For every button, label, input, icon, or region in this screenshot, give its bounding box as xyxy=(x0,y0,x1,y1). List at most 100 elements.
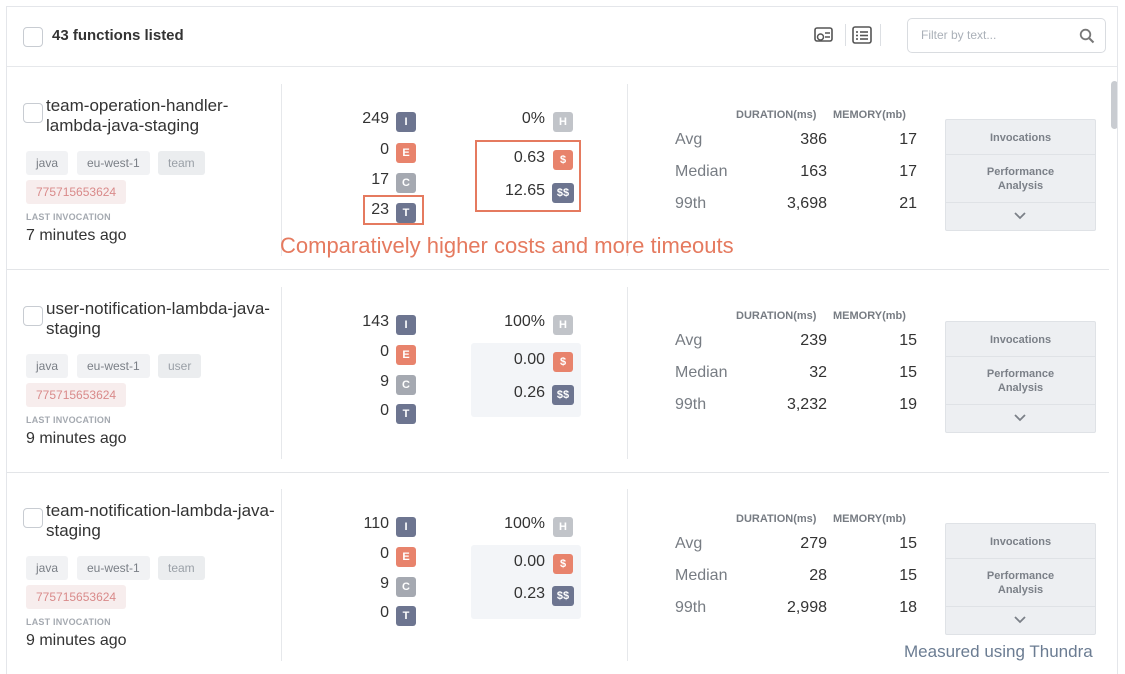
timeouts-count: 0 xyxy=(380,604,389,621)
health-value: 100% xyxy=(504,515,545,532)
last-invocation-label: LAST INVOCATION xyxy=(26,212,111,222)
tag-language: java xyxy=(26,151,69,175)
monthly-cost-value: 0.26 xyxy=(513,384,545,401)
tag-language: java xyxy=(26,354,69,378)
cost-value: 0.00 xyxy=(513,553,545,570)
performance-analysis-button[interactable]: Performance Analysis xyxy=(946,569,1095,597)
cold-starts-count: 9 xyxy=(380,575,389,592)
performance-analysis-button[interactable]: Performance Analysis xyxy=(946,367,1095,395)
actions-divider xyxy=(946,558,1095,559)
duration-avg: 279 xyxy=(800,535,827,552)
memory-avg: 15 xyxy=(899,332,917,349)
invocations-badge: I xyxy=(396,315,416,335)
list-view-icon[interactable] xyxy=(850,24,874,46)
tag-region: eu-west-1 xyxy=(77,556,150,580)
metric-label-avg: Avg xyxy=(675,332,703,349)
performance-analysis-button[interactable]: Performance Analysis xyxy=(946,165,1095,193)
costs-highlight-box xyxy=(475,140,581,212)
view-separator xyxy=(880,24,881,46)
metric-label-avg: Avg xyxy=(675,535,703,552)
function-name[interactable]: team-operation-handler-lambda-java-stagi… xyxy=(46,96,276,136)
timeouts-badge: T xyxy=(396,404,416,424)
duration-median: 28 xyxy=(809,567,827,584)
last-invocation-value: 9 minutes ago xyxy=(26,430,127,447)
last-invocation-label: LAST INVOCATION xyxy=(26,617,111,627)
health-value: 0% xyxy=(521,110,545,127)
health-badge: H xyxy=(553,112,573,132)
monthly-cost-badge: $$ xyxy=(552,385,574,405)
cold-starts-count: 17 xyxy=(371,171,389,188)
function-name[interactable]: user-notification-lambda-java-staging xyxy=(46,299,276,339)
metric-label-99th: 99th xyxy=(675,396,707,413)
last-invocation-value: 9 minutes ago xyxy=(26,632,127,649)
timeouts-count: 0 xyxy=(380,402,389,419)
tag-team: team xyxy=(158,151,205,175)
cost-badge: $ xyxy=(553,554,573,574)
actions-divider xyxy=(946,154,1095,155)
duration-99th: 3,698 xyxy=(786,195,827,212)
memory-avg: 17 xyxy=(899,131,917,148)
last-invocation-value: 7 minutes ago xyxy=(26,227,127,244)
measured-note: Measured using Thundra xyxy=(904,642,1093,661)
memory-header: MEMORY(mb) xyxy=(833,310,906,322)
list-header: 43 functions listed xyxy=(7,7,1117,67)
metric-label-99th: 99th xyxy=(675,195,707,212)
select-all-checkbox[interactable] xyxy=(23,27,43,47)
invocations-count: 249 xyxy=(362,110,389,127)
metric-label-avg: Avg xyxy=(675,131,703,148)
metric-label-median: Median xyxy=(675,163,728,180)
row-checkbox[interactable] xyxy=(23,306,43,326)
chevron-down-icon[interactable] xyxy=(1012,412,1028,424)
errors-badge: E xyxy=(396,345,416,365)
duration-header: DURATION(ms) xyxy=(736,109,817,121)
memory-99th: 19 xyxy=(899,396,917,413)
row-checkbox[interactable] xyxy=(23,508,43,528)
search-icon[interactable] xyxy=(1079,28,1095,44)
duration-99th: 2,998 xyxy=(786,599,827,616)
memory-header: MEMORY(mb) xyxy=(833,109,906,121)
row-actions: Invocations Performance Analysis xyxy=(945,523,1096,635)
cost-value: 0.00 xyxy=(513,351,545,368)
column-divider xyxy=(281,489,282,661)
timeouts-highlight-box xyxy=(363,195,424,225)
actions-divider xyxy=(946,606,1095,607)
duration-avg: 239 xyxy=(800,332,827,349)
memory-median: 15 xyxy=(899,364,917,381)
cold-starts-badge: C xyxy=(396,375,416,395)
invocations-button[interactable]: Invocations xyxy=(946,333,1095,347)
tag-region: eu-west-1 xyxy=(77,354,150,378)
memory-99th: 21 xyxy=(899,195,917,212)
column-divider xyxy=(627,489,628,661)
column-divider xyxy=(627,84,628,256)
scrollbar-thumb[interactable] xyxy=(1111,81,1117,129)
function-row[interactable]: user-notification-lambda-java-staging ja… xyxy=(7,271,1109,473)
row-actions: Invocations Performance Analysis xyxy=(945,119,1096,231)
column-divider xyxy=(281,84,282,256)
errors-count: 0 xyxy=(380,343,389,360)
duration-99th: 3,232 xyxy=(786,396,827,413)
errors-count: 0 xyxy=(380,141,389,158)
tag-account: 775715653624 xyxy=(26,180,127,204)
duration-median: 163 xyxy=(800,163,827,180)
tag-team: user xyxy=(158,354,202,378)
tag-language: java xyxy=(26,556,69,580)
function-name[interactable]: team-notification-lambda-java-staging xyxy=(46,501,276,541)
chevron-down-icon[interactable] xyxy=(1012,210,1028,222)
invocations-badge: I xyxy=(396,112,416,132)
chevron-down-icon[interactable] xyxy=(1012,614,1028,626)
invocations-badge: I xyxy=(396,517,416,537)
invocations-button[interactable]: Invocations xyxy=(946,535,1095,549)
last-invocation-label: LAST INVOCATION xyxy=(26,415,111,425)
invocations-button[interactable]: Invocations xyxy=(946,131,1095,145)
card-view-icon[interactable] xyxy=(812,24,836,46)
health-badge: H xyxy=(553,315,573,335)
view-separator xyxy=(845,24,846,46)
duration-median: 32 xyxy=(809,364,827,381)
filter-box xyxy=(907,18,1106,53)
memory-median: 17 xyxy=(899,163,917,180)
actions-divider xyxy=(946,404,1095,405)
row-checkbox[interactable] xyxy=(23,103,43,123)
filter-input[interactable] xyxy=(921,28,1071,42)
cold-starts-badge: C xyxy=(396,577,416,597)
row-divider xyxy=(7,269,1109,270)
